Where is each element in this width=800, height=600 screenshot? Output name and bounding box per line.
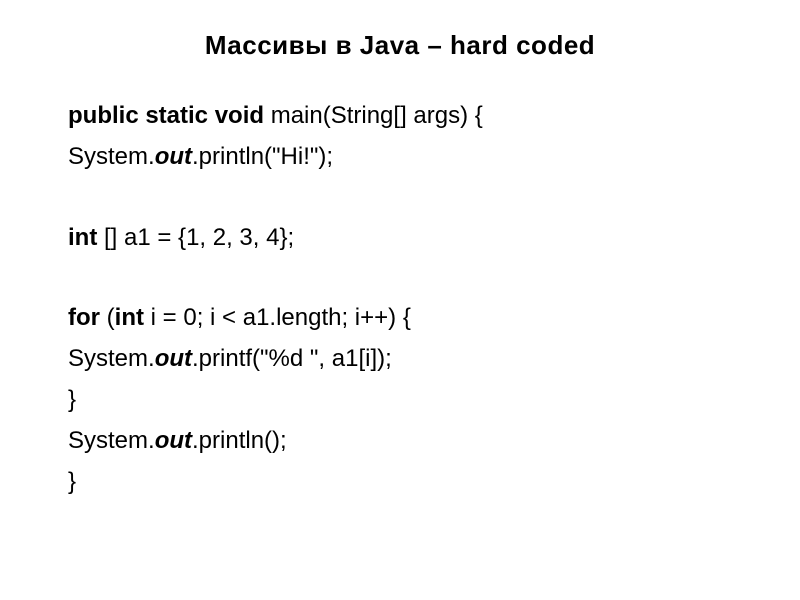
keyword-int: int (115, 304, 144, 331)
code-text: i = 0; i < a1.length; i++) { (144, 304, 411, 331)
code-line-2: System.out.println("Hi!"); (68, 137, 740, 178)
code-line-8: } (68, 462, 740, 503)
blank-line (68, 258, 740, 298)
code-block: public static void main(String[] args) {… (60, 96, 740, 502)
code-text: .println("Hi!"); (192, 143, 333, 170)
code-line-4: for (int i = 0; i < a1.length; i++) { (68, 298, 740, 339)
code-text: main(String[] args) { (264, 102, 483, 129)
code-line-3: int [] a1 = {1, 2, 3, 4}; (68, 218, 740, 259)
keyword-out: out (155, 427, 192, 454)
code-text: System. (68, 143, 155, 170)
keyword-out: out (155, 345, 192, 372)
code-text: ( (100, 304, 115, 331)
code-text: System. (68, 427, 155, 454)
keyword-for: for (68, 304, 100, 331)
code-text: System. (68, 345, 155, 372)
keyword-int: int (68, 224, 97, 251)
keyword-out: out (155, 143, 192, 170)
page-title: Массивы в Java – hard coded (60, 30, 740, 61)
code-text: .println(); (192, 427, 287, 454)
code-text: .printf("%d ", a1[i]); (192, 345, 392, 372)
keyword-public-static-void: public static void (68, 102, 264, 129)
code-text: } (68, 386, 76, 413)
code-line-6: } (68, 380, 740, 421)
code-line-1: public static void main(String[] args) { (68, 96, 740, 137)
code-text: } (68, 468, 76, 495)
code-line-5: System.out.printf("%d ", a1[i]); (68, 339, 740, 380)
blank-line (68, 178, 740, 218)
code-line-7: System.out.println(); (68, 421, 740, 462)
code-text: [] a1 = {1, 2, 3, 4}; (97, 224, 294, 251)
